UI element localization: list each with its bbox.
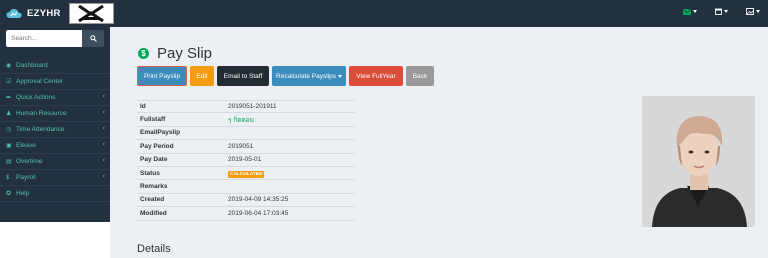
chevron-left-icon: ‹ — [102, 141, 105, 148]
recalculate-payslips-dropdown[interactable]: Recalculate Payslips — [272, 66, 346, 86]
sidebar-footer-area — [0, 222, 110, 258]
sidebar-item-label: Overtime — [16, 158, 43, 165]
calendar-icon — [715, 8, 722, 15]
dollar-circle-icon: $ — [138, 48, 149, 59]
share-icon: ➦ — [6, 95, 12, 101]
action-toolbar: Print Payslip Edit Email to Staff Recalc… — [137, 66, 434, 86]
back-button[interactable]: Back — [406, 66, 434, 86]
table-row: Fullstaff ๆ กิตตอม — [137, 113, 355, 127]
table-row: Created 2019-04-09 14:35:25 — [137, 194, 355, 208]
image-icon — [746, 8, 754, 15]
sidebar: ◉ Dashboard ☑ Approval Center ➦ Quick Ac… — [0, 27, 110, 258]
search-icon — [89, 35, 97, 42]
sidebar-item-label: Human Resource — [16, 110, 67, 117]
chevron-left-icon: ‹ — [102, 173, 105, 180]
image-dropdown[interactable] — [746, 8, 760, 15]
cloud-icon — [6, 8, 22, 18]
sidebar-item-dashboard[interactable]: ◉ Dashboard — [0, 58, 110, 74]
clipboard-icon: ▤ — [6, 159, 12, 165]
clock-icon: ◷ — [6, 127, 12, 133]
field-label: Pay Date — [140, 156, 168, 164]
top-right-menu — [683, 8, 760, 15]
table-row: EmailPayslip — [137, 127, 355, 141]
field-value: 2019-04-09 14:35:25 — [228, 196, 289, 204]
field-label: Id — [140, 103, 146, 111]
company-logo-image — [69, 3, 114, 24]
sidebar-item-label: Time Attendance — [16, 126, 65, 133]
field-label: Modified — [140, 209, 167, 217]
chevron-left-icon: ‹ — [102, 125, 105, 132]
caret-down-icon — [756, 10, 760, 13]
table-row: Pay Date 2019-05-01 — [137, 154, 355, 167]
envelope-icon — [683, 8, 691, 15]
sidebar-item-label: Payroll — [16, 174, 36, 181]
field-value: 2019-06-04 17:03:45 — [228, 209, 289, 217]
field-value: 2019051-201911 — [228, 103, 277, 111]
staff-photo — [642, 96, 755, 227]
sidebar-item-quick-actions[interactable]: ➦ Quick Actions ‹ — [0, 90, 110, 106]
edit-button[interactable]: Edit — [190, 66, 214, 86]
field-value: CALCULATED — [228, 170, 265, 178]
calendar-icon: ▣ — [6, 143, 12, 149]
sidebar-item-overtime[interactable]: ▤ Overtime ‹ — [0, 154, 110, 170]
sidebar-item-payroll[interactable]: $ Payroll ‹ — [0, 170, 110, 186]
staff-link[interactable]: ๆ กิตตอม — [228, 115, 254, 125]
sidebar-item-time-attendance[interactable]: ◷ Time Attendance ‹ — [0, 122, 110, 138]
brand-name: EZYHR — [27, 8, 61, 19]
status-badge: CALCULATED — [228, 170, 265, 178]
staff-portrait-graphic — [642, 96, 755, 227]
sidebar-menu: ◉ Dashboard ☑ Approval Center ➦ Quick Ac… — [0, 58, 110, 202]
sidebar-item-label: Dashboard — [16, 62, 48, 69]
field-label: Status — [140, 169, 160, 177]
messages-dropdown[interactable] — [683, 8, 697, 15]
chevron-left-icon: ‹ — [102, 93, 105, 100]
search-button[interactable] — [82, 30, 104, 47]
sidebar-item-human-resource[interactable]: ♟ Human Resource ‹ — [0, 106, 110, 122]
sidebar-item-help[interactable]: ✪ Help — [0, 186, 110, 202]
view-full-year-button[interactable]: View FullYear — [349, 66, 403, 86]
details-section-heading: Details — [137, 243, 171, 255]
sidebar-item-eleave[interactable]: ▣ Eleave ‹ — [0, 138, 110, 154]
life-ring-icon: ✪ — [6, 191, 12, 197]
caret-down-icon — [338, 74, 342, 78]
sidebar-item-label: Approval Center — [16, 78, 63, 85]
company-logo-graphic — [70, 4, 113, 23]
caret-down-icon — [693, 10, 697, 13]
check-square-icon: ☑ — [6, 79, 12, 85]
table-row: Pay Period 2019051 — [137, 140, 355, 154]
sidebar-search — [6, 30, 104, 47]
sidebar-item-label: Eleave — [16, 142, 36, 149]
page-title: $ Pay Slip — [138, 45, 212, 62]
sidebar-item-approval-center[interactable]: ☑ Approval Center — [0, 74, 110, 90]
field-label: Pay Period — [140, 142, 174, 150]
table-row: Modified 2019-06-04 17:03:45 — [137, 207, 355, 221]
sidebar-item-label: Quick Actions — [16, 94, 56, 101]
search-input[interactable] — [6, 30, 82, 47]
users-icon: ♟ — [6, 111, 12, 117]
calendar-dropdown[interactable] — [715, 8, 728, 15]
dashboard-icon: ◉ — [6, 63, 12, 69]
table-row: Status CALCULATED — [137, 167, 355, 181]
payslip-detail-table: Id 2019051-201911 Fullstaff ๆ กิตตอม Ema… — [137, 100, 355, 221]
email-to-staff-button[interactable]: Email to Staff — [217, 66, 269, 86]
field-label: EmailPayslip — [140, 129, 181, 137]
field-value: 2019-05-01 — [228, 156, 262, 164]
chevron-left-icon: ‹ — [102, 157, 105, 164]
field-label: Remarks — [140, 183, 168, 191]
table-row: Id 2019051-201911 — [137, 100, 355, 114]
page-title-text: Pay Slip — [157, 45, 213, 62]
field-label: Fullstaff — [140, 116, 166, 124]
print-payslip-button[interactable]: Print Payslip — [137, 66, 187, 86]
table-row: Remarks — [137, 180, 355, 194]
recalculate-label: Recalculate Payslips — [276, 72, 336, 80]
dollar-icon: $ — [6, 174, 10, 181]
field-label: Created — [140, 196, 165, 204]
chevron-left-icon: ‹ — [102, 109, 105, 116]
sidebar-item-label: Help — [16, 190, 30, 197]
field-value: 2019051 — [228, 142, 254, 150]
top-navbar: EZYHR — [0, 0, 768, 27]
caret-down-icon — [724, 10, 728, 13]
